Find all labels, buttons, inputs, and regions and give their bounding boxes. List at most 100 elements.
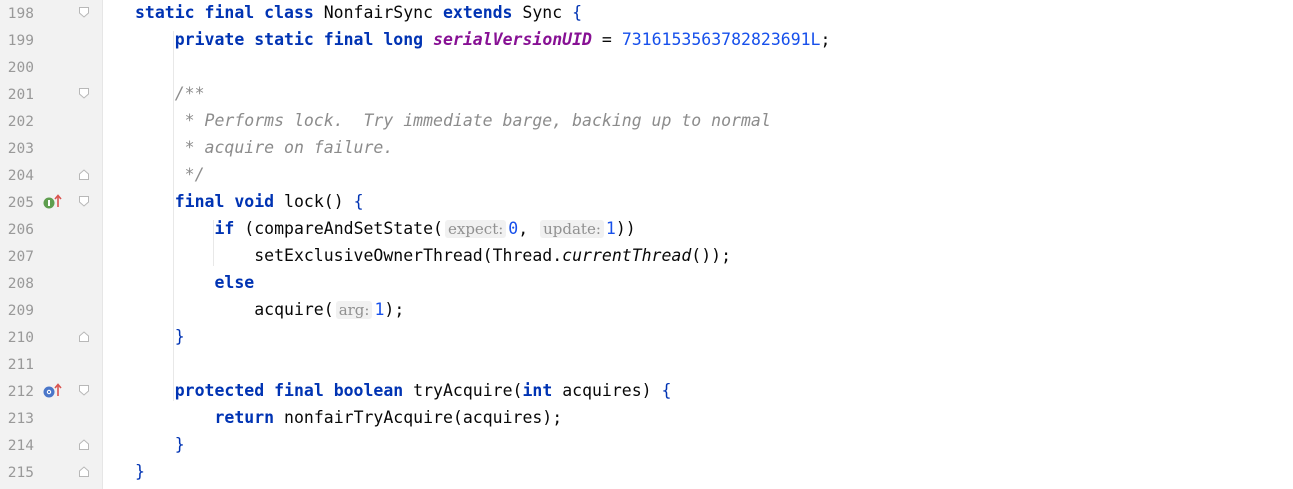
code-line[interactable]: 214 } (0, 432, 1293, 459)
code-line[interactable]: 198 static final class NonfairSync extend… (0, 0, 1293, 27)
code-token: return (214, 408, 275, 427)
line-number: 204 (7, 168, 34, 184)
fold-end-icon[interactable] (79, 331, 89, 342)
code-text: * Performs lock. Try immediate barge, ba… (135, 109, 771, 133)
code-token: { (353, 192, 364, 211)
code-token: acquires) (552, 381, 662, 400)
code-token: } (174, 327, 185, 346)
code-line[interactable]: 201 /** (0, 81, 1293, 108)
overrides-method-icon[interactable] (42, 381, 68, 403)
code-token: protected final boolean (174, 381, 404, 400)
code-token: Sync (512, 3, 573, 22)
line-number: 205 (7, 195, 34, 211)
line-number: 208 (7, 276, 34, 292)
code-token: */ (135, 165, 205, 184)
code-text: } (135, 325, 185, 349)
code-token: 1 (374, 300, 385, 319)
code-text: } (135, 433, 185, 457)
code-line[interactable]: 210 } (0, 324, 1293, 351)
code-text: static final class NonfairSync extends S… (135, 1, 582, 25)
code-token: ; (820, 30, 831, 49)
line-number: 212 (7, 384, 34, 400)
line-number: 199 (7, 33, 34, 49)
code-line[interactable]: 205 final void lock() { (0, 189, 1293, 216)
line-number: 207 (7, 249, 34, 265)
code-token: acquire( (135, 300, 334, 319)
code-line[interactable]: 213 return nonfairTryAcquire(acquires); (0, 405, 1293, 432)
code-token: else (214, 273, 255, 292)
fold-end-icon[interactable] (79, 466, 89, 477)
code-token: lock() (274, 192, 354, 211)
code-text: /** (135, 82, 205, 106)
code-line[interactable]: 215} (0, 459, 1293, 486)
code-token: tryAcquire( (403, 381, 523, 400)
code-token: 0 (508, 219, 519, 238)
code-token: ); (384, 300, 405, 319)
parameter-hint: expect: (444, 220, 507, 238)
code-token: } (135, 462, 145, 481)
line-number: 210 (7, 330, 34, 346)
parameter-hint: update: (540, 220, 604, 238)
code-text: protected final boolean tryAcquire(int a… (135, 379, 672, 403)
line-number: 209 (7, 303, 34, 319)
fold-start-icon[interactable] (79, 88, 89, 99)
code-token: private static final long (174, 30, 424, 49)
implements-method-icon[interactable] (42, 192, 68, 214)
code-line[interactable]: 204 */ (0, 162, 1293, 189)
code-token: 1 (605, 219, 616, 238)
fold-start-icon[interactable] (79, 7, 89, 18)
fold-start-icon[interactable] (79, 196, 89, 207)
code-line[interactable]: 206 if (compareAndSetState(expect: 0, upd… (0, 216, 1293, 243)
code-line[interactable]: 209 acquire(arg: 1); (0, 297, 1293, 324)
line-number: 203 (7, 141, 34, 157)
indent-guide (173, 31, 174, 401)
line-number: 213 (7, 411, 34, 427)
code-line[interactable]: 211 (0, 351, 1293, 378)
code-line[interactable]: 202 * Performs lock. Try immediate barge… (0, 108, 1293, 135)
code-token: } (174, 435, 185, 454)
fold-end-icon[interactable] (79, 169, 89, 180)
code-token: if (214, 219, 235, 238)
code-line[interactable]: 207 setExclusiveOwnerThread(Thread.curre… (0, 243, 1293, 270)
line-number: 201 (7, 87, 34, 103)
line-number: 215 (7, 465, 34, 481)
code-line[interactable]: 208 else (0, 270, 1293, 297)
code-line[interactable]: 200 (0, 54, 1293, 81)
code-token: * Performs lock. Try immediate barge, ba… (135, 111, 771, 130)
code-text: if (compareAndSetState(expect: 0, update:… (135, 217, 636, 241)
code-text: final void lock() { (135, 190, 364, 214)
code-token: 7316153563782823691L (621, 30, 821, 49)
code-token: )) (615, 219, 636, 238)
code-token: static final class (135, 3, 314, 22)
code-token: { (661, 381, 672, 400)
code-text: private static final long serialVersionU… (135, 28, 831, 52)
code-text: } (135, 460, 145, 484)
code-line[interactable]: 203 * acquire on failure. (0, 135, 1293, 162)
line-number: 206 (7, 222, 34, 238)
line-number: 202 (7, 114, 34, 130)
code-token: NonfairSync (313, 3, 443, 22)
code-token: final void (174, 192, 275, 211)
line-number: 198 (7, 6, 34, 22)
code-text: acquire(arg: 1); (135, 298, 404, 322)
code-token: setExclusiveOwnerThread(Thread. (135, 246, 563, 265)
line-number: 214 (7, 438, 34, 454)
code-token: serialVersionUID (433, 30, 592, 49)
code-text: else (135, 271, 254, 295)
code-line[interactable]: 199 private static final long serialVers… (0, 27, 1293, 54)
fold-end-icon[interactable] (79, 439, 89, 450)
fold-start-icon[interactable] (79, 385, 89, 396)
code-line[interactable]: 212 protected final boolean tryAcquire(i… (0, 378, 1293, 405)
code-token: nonfairTryAcquire(acquires); (274, 408, 563, 427)
line-number: 200 (7, 60, 34, 76)
code-token: { (572, 3, 583, 22)
code-token: , (518, 219, 539, 238)
code-text: return nonfairTryAcquire(acquires); (135, 406, 562, 430)
